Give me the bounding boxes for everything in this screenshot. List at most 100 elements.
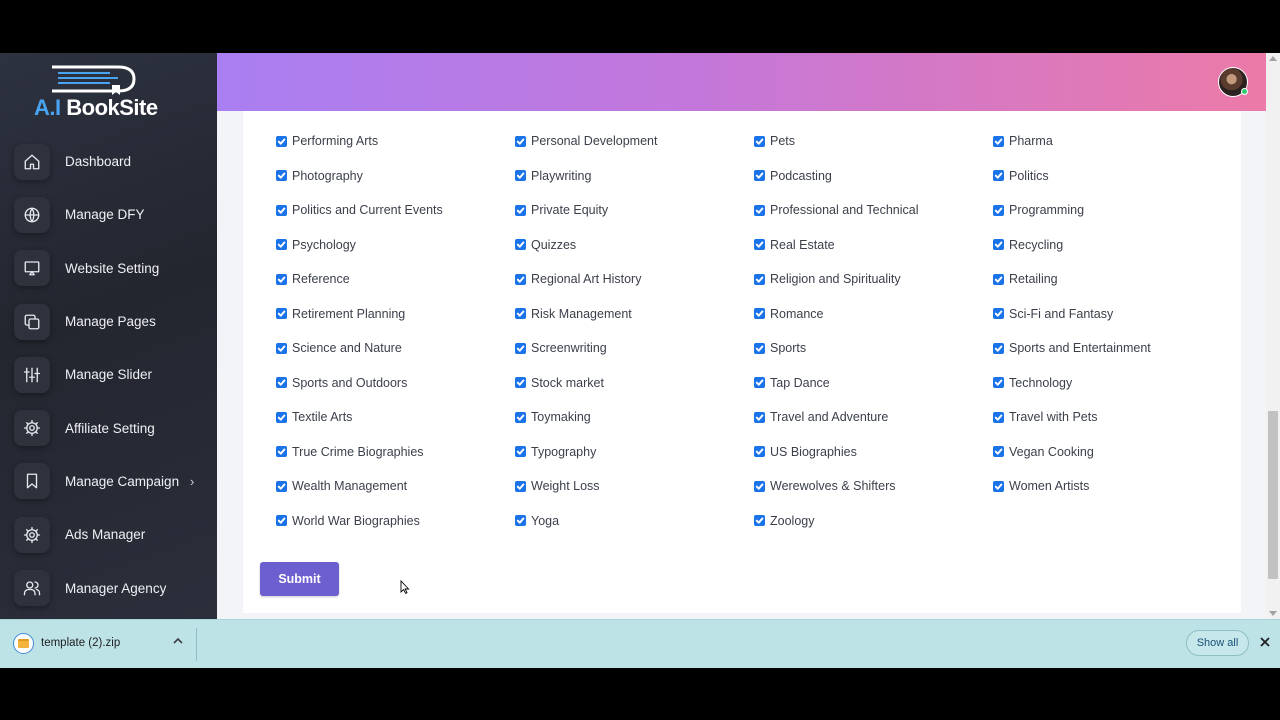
checkbox-checked[interactable] xyxy=(515,170,526,181)
category-checkbox-item[interactable]: Retailing xyxy=(993,271,1058,287)
checkbox-checked[interactable] xyxy=(993,446,1004,457)
checkbox-checked[interactable] xyxy=(515,480,526,492)
category-checkbox-item[interactable]: Textile Arts xyxy=(276,409,352,425)
category-checkbox-item[interactable]: Reference xyxy=(276,271,350,287)
category-checkbox-item[interactable]: Pharma xyxy=(993,133,1053,149)
checkbox-checked[interactable] xyxy=(276,308,287,319)
category-checkbox-item[interactable]: Travel with Pets xyxy=(993,409,1097,425)
checkbox-checked[interactable] xyxy=(993,273,1004,285)
checkbox-checked[interactable] xyxy=(276,204,287,216)
checkbox-checked[interactable] xyxy=(754,515,765,526)
category-checkbox-item[interactable]: Vegan Cooking xyxy=(993,444,1094,460)
scroll-up-arrow-icon[interactable] xyxy=(1269,56,1277,61)
checkbox-checked[interactable] xyxy=(515,308,526,319)
sidebar-item-dashboard[interactable]: Dashboard xyxy=(0,135,217,188)
category-checkbox-item[interactable]: Politics xyxy=(993,168,1049,184)
checkbox-checked[interactable] xyxy=(993,308,1004,319)
checkbox-checked[interactable] xyxy=(276,135,287,147)
category-checkbox-item[interactable]: Regional Art History xyxy=(515,271,641,287)
category-checkbox-item[interactable]: Podcasting xyxy=(754,168,832,184)
category-checkbox-item[interactable]: Technology xyxy=(993,375,1072,391)
chevron-up-icon[interactable] xyxy=(172,635,184,647)
checkbox-checked[interactable] xyxy=(276,342,287,354)
checkbox-checked[interactable] xyxy=(754,170,765,181)
logo[interactable]: A.I BookSite xyxy=(34,65,158,121)
checkbox-checked[interactable] xyxy=(754,135,765,147)
sidebar-item-ads-manager[interactable]: Ads Manager xyxy=(0,508,217,561)
checkbox-checked[interactable] xyxy=(515,342,526,354)
checkbox-checked[interactable] xyxy=(276,446,287,457)
category-checkbox-item[interactable]: Typography xyxy=(515,444,596,460)
category-checkbox-item[interactable]: Personal Development xyxy=(515,133,657,149)
show-all-button[interactable]: Show all xyxy=(1186,630,1249,656)
sidebar-item-manage-slider[interactable]: Manage Slider xyxy=(0,348,217,401)
category-checkbox-item[interactable]: Real Estate xyxy=(754,237,835,253)
category-checkbox-item[interactable]: Pets xyxy=(754,133,795,149)
category-checkbox-item[interactable]: Tap Dance xyxy=(754,375,830,391)
category-checkbox-item[interactable]: Risk Management xyxy=(515,306,632,322)
sidebar-item-manage-dfy[interactable]: Manage DFY xyxy=(0,188,217,241)
checkbox-checked[interactable] xyxy=(515,411,526,423)
category-checkbox-item[interactable]: US Biographies xyxy=(754,444,857,460)
checkbox-checked[interactable] xyxy=(754,446,765,457)
category-checkbox-item[interactable]: Sports and Entertainment xyxy=(993,340,1151,356)
sidebar-item-website-setting[interactable]: Website Setting xyxy=(0,242,217,295)
category-checkbox-item[interactable]: Religion and Spirituality xyxy=(754,271,901,287)
checkbox-checked[interactable] xyxy=(754,342,765,354)
checkbox-checked[interactable] xyxy=(993,170,1004,181)
category-checkbox-item[interactable]: Private Equity xyxy=(515,202,608,218)
checkbox-checked[interactable] xyxy=(754,377,765,388)
checkbox-checked[interactable] xyxy=(276,239,287,250)
category-checkbox-item[interactable]: Photography xyxy=(276,168,363,184)
category-checkbox-item[interactable]: Science and Nature xyxy=(276,340,402,356)
scroll-down-arrow-icon[interactable] xyxy=(1269,611,1277,616)
checkbox-checked[interactable] xyxy=(754,204,765,216)
category-checkbox-item[interactable]: Professional and Technical xyxy=(754,202,918,218)
download-file-name[interactable]: template (2).zip xyxy=(41,637,120,649)
category-checkbox-item[interactable]: Zoology xyxy=(754,513,814,529)
checkbox-checked[interactable] xyxy=(754,480,765,492)
checkbox-checked[interactable] xyxy=(993,239,1004,250)
checkbox-checked[interactable] xyxy=(515,515,526,526)
scrollbar-thumb[interactable] xyxy=(1268,411,1278,579)
checkbox-checked[interactable] xyxy=(515,239,526,250)
checkbox-checked[interactable] xyxy=(993,342,1004,354)
category-checkbox-item[interactable]: Playwriting xyxy=(515,168,591,184)
category-checkbox-item[interactable]: Psychology xyxy=(276,237,356,253)
category-checkbox-item[interactable]: Politics and Current Events xyxy=(276,202,443,218)
category-checkbox-item[interactable]: Travel and Adventure xyxy=(754,409,888,425)
category-checkbox-item[interactable]: Stock market xyxy=(515,375,604,391)
checkbox-checked[interactable] xyxy=(754,273,765,285)
checkbox-checked[interactable] xyxy=(276,377,287,388)
sidebar-item-manage-pages[interactable]: Manage Pages xyxy=(0,295,217,348)
category-checkbox-item[interactable]: World War Biographies xyxy=(276,513,420,529)
checkbox-checked[interactable] xyxy=(515,377,526,388)
checkbox-checked[interactable] xyxy=(993,204,1004,216)
category-checkbox-item[interactable]: Sports and Outdoors xyxy=(276,375,407,391)
category-checkbox-item[interactable]: Quizzes xyxy=(515,237,576,253)
category-checkbox-item[interactable]: Screenwriting xyxy=(515,340,607,356)
checkbox-checked[interactable] xyxy=(754,411,765,423)
category-checkbox-item[interactable]: True Crime Biographies xyxy=(276,444,424,460)
category-checkbox-item[interactable]: Programming xyxy=(993,202,1084,218)
checkbox-checked[interactable] xyxy=(276,515,287,526)
checkbox-checked[interactable] xyxy=(276,411,287,423)
category-checkbox-item[interactable]: Weight Loss xyxy=(515,478,600,494)
close-icon[interactable] xyxy=(1258,635,1272,649)
checkbox-checked[interactable] xyxy=(276,170,287,181)
checkbox-checked[interactable] xyxy=(993,135,1004,147)
sidebar-item-affiliate-setting[interactable]: Affiliate Setting xyxy=(0,401,217,454)
checkbox-checked[interactable] xyxy=(993,411,1004,423)
category-checkbox-item[interactable]: Sci-Fi and Fantasy xyxy=(993,306,1113,322)
sidebar-item-manage-campaign[interactable]: Manage Campaign › xyxy=(0,455,217,508)
checkbox-checked[interactable] xyxy=(515,446,526,457)
category-checkbox-item[interactable]: Werewolves & Shifters xyxy=(754,478,896,494)
sidebar-item-manager-agency[interactable]: Manager Agency xyxy=(0,561,217,614)
category-checkbox-item[interactable]: Women Artists xyxy=(993,478,1089,494)
submit-button[interactable]: Submit xyxy=(260,562,339,596)
category-checkbox-item[interactable]: Wealth Management xyxy=(276,478,407,494)
page-scrollbar[interactable] xyxy=(1266,53,1280,619)
avatar[interactable] xyxy=(1218,67,1248,97)
checkbox-checked[interactable] xyxy=(276,273,287,285)
category-checkbox-item[interactable]: Toymaking xyxy=(515,409,591,425)
